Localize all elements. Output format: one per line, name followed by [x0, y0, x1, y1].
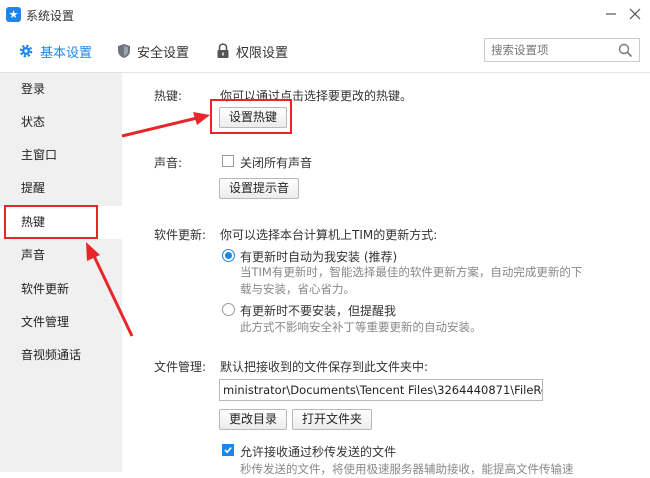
allow-fast-send-hint: 秒传发送的文件，将使用极速服务器辅助接收，能提高文件传输速: [240, 462, 574, 476]
auto-install-hint-line1: 当TIM有更新时，智能选择最佳的软件更新方案，自动完成更新的下: [240, 265, 583, 279]
notify-only-label: 有更新时不要安装，但提醒我: [240, 304, 397, 318]
sidebar-item-av-call[interactable]: 音视频通话: [0, 339, 122, 372]
shield-icon: [117, 43, 131, 59]
close-icon: [629, 8, 641, 20]
sound-section-label: 声音:: [154, 156, 183, 170]
sidebar-item-login[interactable]: 登录: [0, 73, 122, 106]
tab-label: 安全设置: [137, 45, 190, 61]
sidebar: 登录 状态 主窗口 提醒 热键 声音 软件更新 文件管理 音视频通话: [0, 73, 122, 472]
title-bar: ★ 系统设置: [0, 0, 650, 30]
window-title: 系统设置: [26, 9, 75, 23]
change-directory-button[interactable]: 更改目录: [219, 409, 288, 430]
save-path-field[interactable]: ministrator\Documents\Tencent Files\3264…: [219, 379, 543, 401]
lock-icon: [216, 43, 230, 59]
checkmark-icon: [224, 447, 232, 454]
mute-all-label: 关闭所有声音: [240, 156, 313, 170]
notify-only-radio[interactable]: [222, 303, 235, 316]
hotkey-description: 你可以通过点击选择要更改的热键。: [220, 89, 413, 103]
sidebar-item-software-update[interactable]: 软件更新: [0, 273, 122, 306]
sidebar-item-status[interactable]: 状态: [0, 106, 122, 139]
sidebar-item-main-window[interactable]: 主窗口: [0, 139, 122, 172]
gear-icon: [18, 43, 34, 59]
sidebar-item-file-management[interactable]: 文件管理: [0, 306, 122, 339]
update-description: 你可以选择本台计算机上TIM的更新方式:: [220, 228, 438, 242]
hotkey-section-label: 热键:: [154, 89, 183, 103]
files-section-label: 文件管理:: [154, 360, 207, 374]
sidebar-item-sound[interactable]: 声音: [0, 239, 122, 272]
minimize-icon: [606, 13, 616, 15]
auto-install-hint-line2: 载与安装，省心省力。: [240, 282, 355, 296]
close-button[interactable]: [624, 3, 646, 25]
update-section-label: 软件更新:: [154, 228, 207, 242]
tab-basic-settings[interactable]: 基本设置: [18, 30, 92, 72]
tab-security-settings[interactable]: 安全设置: [117, 30, 189, 72]
files-description: 默认把接收到的文件保存到此文件夹中:: [220, 360, 429, 374]
allow-fast-send-label: 允许接收通过秒传发送的文件: [240, 445, 397, 459]
minimize-button[interactable]: [600, 3, 622, 25]
tab-label: 基本设置: [40, 45, 93, 61]
settings-content: 热键: 你可以通过点击选择要更改的热键。 设置热键 声音: 关闭所有声音 设置提…: [122, 73, 650, 476]
settings-window: ★ 系统设置 基本设置 安全设置 权限设置 搜索设置项 登录 状态 主窗口 提醒…: [0, 0, 650, 476]
sidebar-item-hotkey[interactable]: 热键: [0, 206, 122, 239]
sidebar-item-reminder[interactable]: 提醒: [0, 172, 122, 205]
search-icon[interactable]: [618, 43, 633, 61]
auto-install-label: 有更新时自动为我安装 (推荐): [240, 250, 398, 264]
search-box[interactable]: [484, 38, 640, 62]
tab-permission-settings[interactable]: 权限设置: [216, 30, 288, 72]
tab-label: 权限设置: [236, 45, 289, 61]
notify-only-hint: 此方式不影响安全补丁等重要更新的自动安装。: [240, 320, 482, 334]
set-hotkey-button[interactable]: 设置热键: [219, 107, 288, 128]
open-folder-button[interactable]: 打开文件夹: [292, 409, 373, 430]
search-input[interactable]: [491, 42, 611, 58]
auto-install-radio[interactable]: [222, 249, 235, 262]
mute-all-checkbox[interactable]: [222, 155, 234, 167]
tim-star-icon: ★: [6, 7, 21, 22]
allow-fast-send-checkbox[interactable]: [222, 444, 234, 456]
set-alert-sound-button[interactable]: 设置提示音: [219, 178, 300, 199]
